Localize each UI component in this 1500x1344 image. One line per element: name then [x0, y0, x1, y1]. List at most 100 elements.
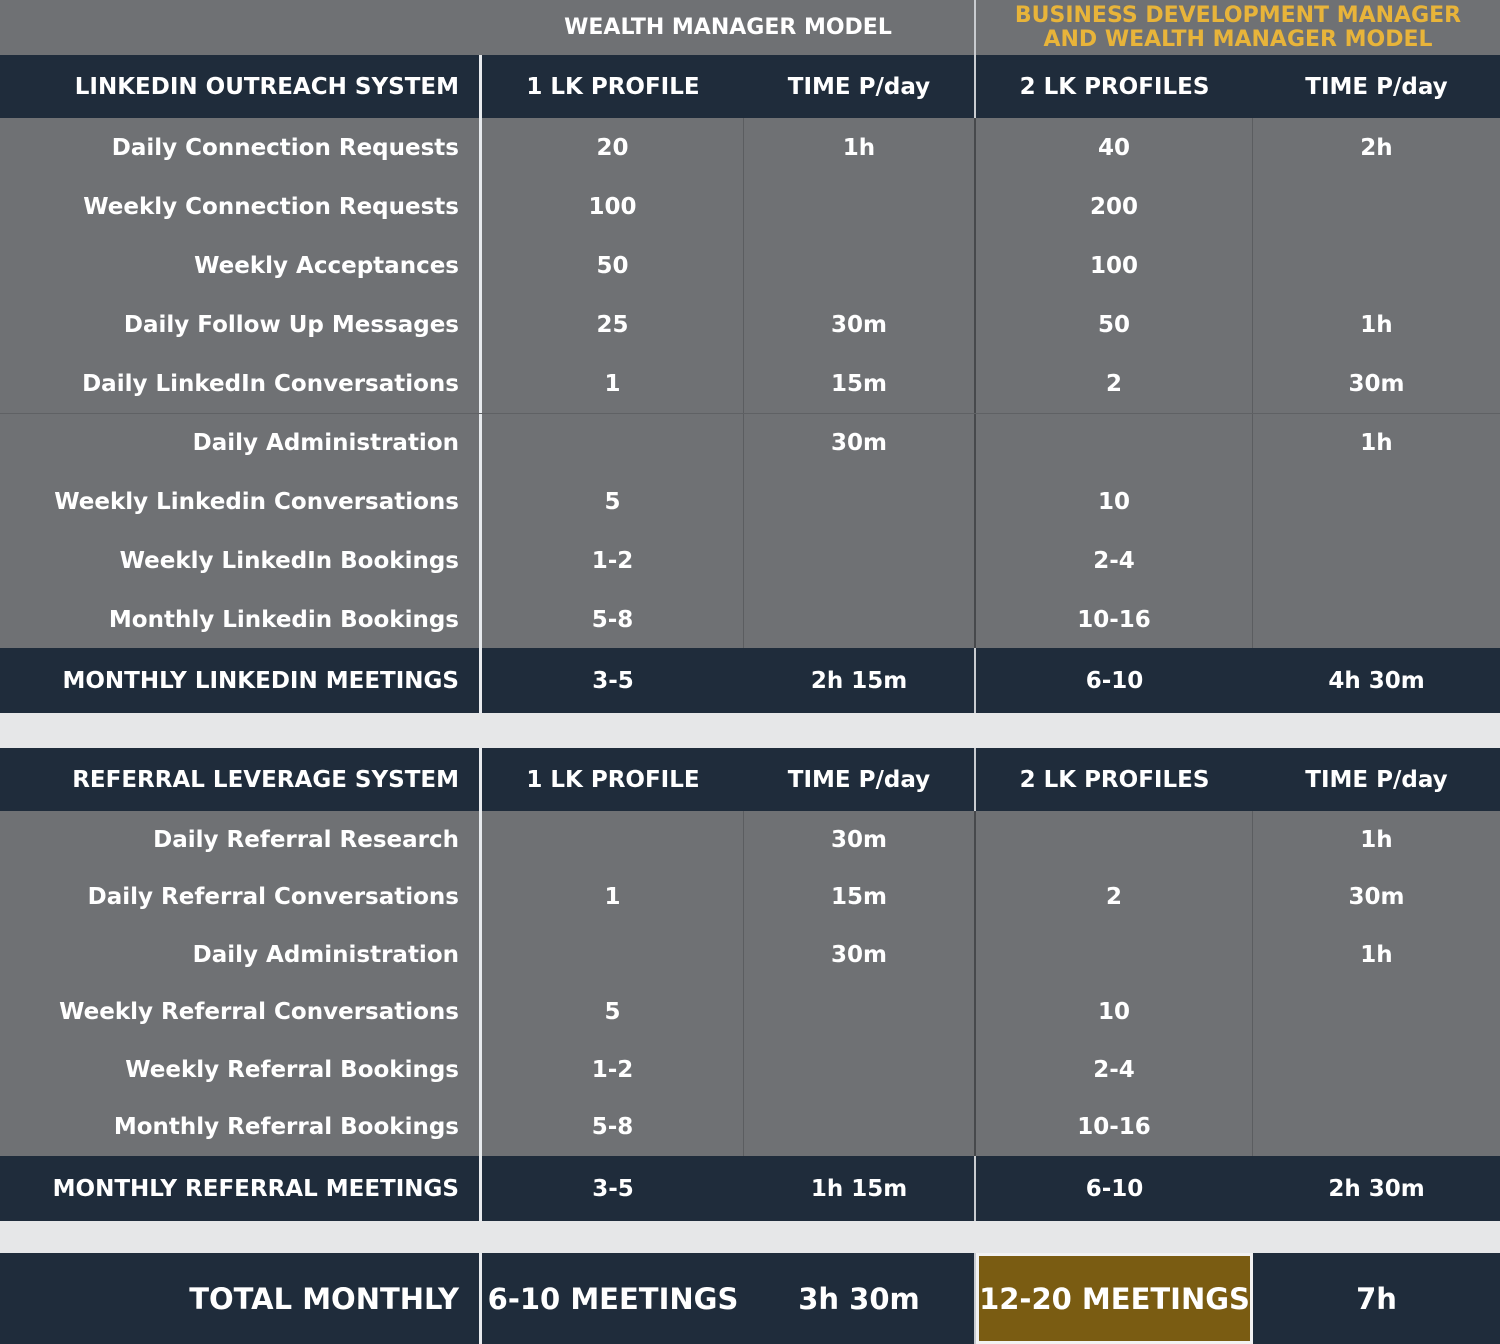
row-label: Daily Administration — [0, 926, 482, 984]
table-cell: 200 — [976, 177, 1253, 237]
table-cell — [482, 811, 744, 869]
table-cell — [1253, 532, 1500, 591]
table-cell — [744, 177, 976, 237]
table-cell: 2-4 — [976, 1041, 1253, 1099]
table-cell: 2 — [976, 868, 1253, 926]
table-row: Daily Follow Up Messages 25 30m 50 1h — [0, 295, 1500, 356]
table-cell: 10 — [976, 983, 1253, 1041]
table-cell — [744, 472, 976, 532]
table-cell: 1h — [1360, 311, 1393, 338]
table-cell: 30m — [744, 926, 976, 984]
table-row: Daily Administration 30m 1h — [0, 926, 1500, 985]
linkedin-header-row: LINKEDIN OUTREACH SYSTEM 1 LK PROFILE TI… — [0, 55, 1500, 118]
total-cell: 3-5 — [592, 667, 634, 694]
row-label: Daily Connection Requests — [0, 118, 482, 178]
row-label: Monthly Linkedin Bookings — [0, 590, 482, 650]
referral-section-title: REFERRAL LEVERAGE SYSTEM — [0, 748, 482, 811]
table-cell — [1253, 984, 1500, 1042]
table-row: Weekly Connection Requests 100 200 — [0, 177, 1500, 238]
total-row-label: MONTHLY REFERRAL MEETINGS — [0, 1156, 482, 1221]
table-cell: 2 — [976, 354, 1253, 414]
table-cell: 1h — [1360, 430, 1393, 457]
table-cell: 2h — [1360, 134, 1393, 161]
table-cell: 5 — [482, 472, 744, 532]
table-cell — [744, 531, 976, 591]
grand-total-row: TOTAL MONTHLY 6-10 MEETINGS 3h 30m 12-20… — [0, 1253, 1500, 1344]
table-cell: 30m — [744, 295, 976, 355]
table-cell — [744, 983, 976, 1041]
table-cell: 50 — [976, 295, 1253, 355]
row-label: Daily LinkedIn Conversations — [0, 354, 482, 414]
row-label: Weekly Referral Conversations — [0, 983, 482, 1041]
table-row: Daily Connection Requests 20 1h 40 2h — [0, 118, 1500, 179]
total-cell: 1h 15m — [744, 1156, 976, 1221]
table-cell: 30m — [744, 413, 976, 473]
column-header: TIME P/day — [1305, 73, 1448, 100]
total-cell: 2h 30m — [1328, 1175, 1425, 1202]
table-row: Monthly Linkedin Bookings 5-8 10-16 — [0, 590, 1500, 651]
table-cell — [482, 413, 744, 473]
column-header: 1 LK PROFILE — [526, 766, 700, 793]
table-cell: 1-2 — [482, 1041, 744, 1099]
linkedin-section-title: LINKEDIN OUTREACH SYSTEM — [0, 55, 482, 118]
table-cell: 1 — [482, 868, 744, 926]
row-label: Weekly Acceptances — [0, 236, 482, 296]
linkedin-total-row: MONTHLY LINKEDIN MEETINGS 3-5 2h 15m 6-1… — [0, 648, 1500, 713]
table-cell: 100 — [976, 236, 1253, 296]
table-cell — [976, 926, 1253, 984]
model-header-spacer — [0, 0, 482, 55]
table-cell: 1 — [482, 354, 744, 414]
row-label: Monthly Referral Bookings — [0, 1098, 482, 1156]
table-cell: 100 — [482, 177, 744, 237]
row-label: Weekly Linkedin Conversations — [0, 472, 482, 532]
column-header: TIME P/day — [744, 748, 976, 811]
table-cell — [744, 1041, 976, 1099]
total-cell: 3-5 — [592, 1175, 634, 1202]
table-cell — [976, 811, 1253, 869]
column-header: 2 LK PROFILES — [1019, 766, 1210, 793]
table-cell — [976, 413, 1253, 473]
row-label: Daily Follow Up Messages — [0, 295, 482, 355]
table-cell: 40 — [976, 118, 1253, 178]
table-row: Weekly Acceptances 50 100 — [0, 236, 1500, 297]
table-cell: 15m — [744, 868, 976, 926]
total-cell: 2h 15m — [744, 648, 976, 713]
total-cell: 6-10 — [1085, 667, 1144, 694]
referral-total-row: MONTHLY REFERRAL MEETINGS 3-5 1h 15m 6-1… — [0, 1156, 1500, 1221]
table-cell — [744, 1098, 976, 1156]
table-cell: 30m — [1348, 884, 1405, 911]
grand-total-meetings-wm: 6-10 MEETINGS — [487, 1281, 739, 1316]
grand-total-meetings-bdm: 12-20 MEETINGS — [976, 1253, 1253, 1344]
column-header: 1 LK PROFILE — [526, 73, 700, 100]
table-cell: 20 — [482, 118, 744, 178]
table-cell: 15m — [744, 354, 976, 414]
row-label: Weekly Referral Bookings — [0, 1041, 482, 1099]
table-cell — [482, 926, 744, 984]
table-cell — [1253, 1099, 1500, 1157]
table-cell — [1253, 236, 1500, 295]
column-header: TIME P/day — [744, 55, 976, 118]
table-cell: 5-8 — [482, 590, 744, 650]
table-row: Weekly LinkedIn Bookings 1-2 2-4 — [0, 531, 1500, 592]
referral-header-row: REFERRAL LEVERAGE SYSTEM 1 LK PROFILE TI… — [0, 748, 1500, 811]
table-cell: 1h — [1360, 826, 1393, 853]
column-header: 2 LK PROFILES — [1019, 73, 1210, 100]
model-header-row: WEALTH MANAGER MODEL BUSINESS DEVELOPMEN… — [0, 0, 1500, 55]
table-row: Weekly Linkedin Conversations 5 10 — [0, 472, 1500, 533]
table-row: Daily LinkedIn Conversations 1 15m 2 30m — [0, 354, 1500, 415]
table-row: Daily Administration 30m 1h — [0, 413, 1500, 474]
table-cell: 30m — [1348, 370, 1405, 397]
total-cell: 6-10 — [1085, 1175, 1144, 1202]
row-label: Daily Administration — [0, 413, 482, 473]
table-cell: 1-2 — [482, 531, 744, 591]
column-header: TIME P/day — [1305, 766, 1448, 793]
row-label: Daily Referral Conversations — [0, 868, 482, 926]
grand-total-label: TOTAL MONTHLY — [0, 1253, 482, 1344]
table-row: Weekly Referral Bookings 1-2 2-4 — [0, 1041, 1500, 1100]
table-cell: 25 — [482, 295, 744, 355]
wealth-manager-model-title: WEALTH MANAGER MODEL — [482, 0, 976, 55]
row-label: Weekly LinkedIn Bookings — [0, 531, 482, 591]
table-cell — [744, 590, 976, 650]
table-cell — [1253, 591, 1500, 650]
table-cell: 10-16 — [976, 590, 1253, 650]
